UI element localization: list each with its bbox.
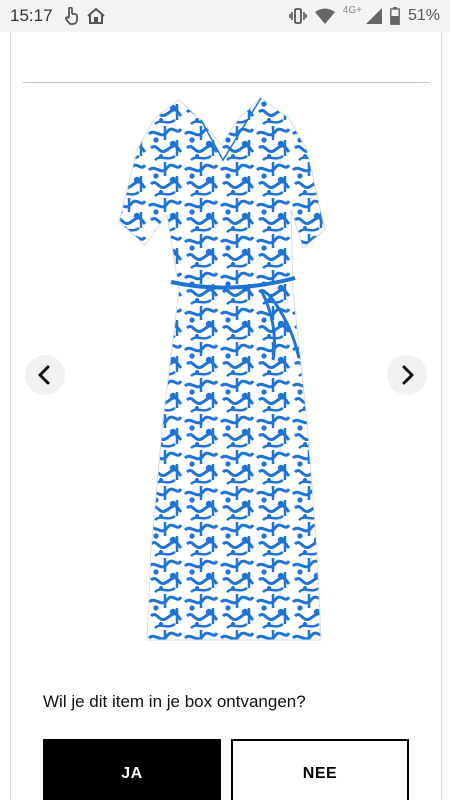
home-icon: [86, 8, 105, 24]
battery-icon: [390, 7, 400, 25]
touch-icon: [64, 7, 78, 25]
carousel-next-button[interactable]: [387, 355, 427, 395]
vibrate-icon: [288, 8, 307, 24]
wifi-icon: [314, 8, 335, 24]
product-card: Wil je dit item in je box ontvangen? JA …: [10, 32, 442, 800]
status-time: 15:17: [10, 6, 53, 25]
signal-icon: [365, 8, 382, 24]
chevron-left-icon: [38, 365, 50, 385]
status-left-icons: [63, 7, 105, 25]
carousel-prev-button[interactable]: [25, 355, 65, 395]
battery-percent: 51%: [407, 7, 440, 24]
network-type: 4G+: [342, 4, 362, 16]
question-text: Wil je dit item in je box ontvangen?: [43, 692, 306, 711]
no-button[interactable]: NEE: [231, 739, 409, 800]
status-bar: 15:17 4G+ 51%: [0, 0, 450, 32]
product-image[interactable]: [111, 90, 331, 650]
status-right: 4G+ 51%: [288, 4, 440, 25]
yes-button[interactable]: JA: [43, 739, 221, 800]
chevron-right-icon: [402, 365, 414, 385]
divider: [23, 82, 429, 83]
